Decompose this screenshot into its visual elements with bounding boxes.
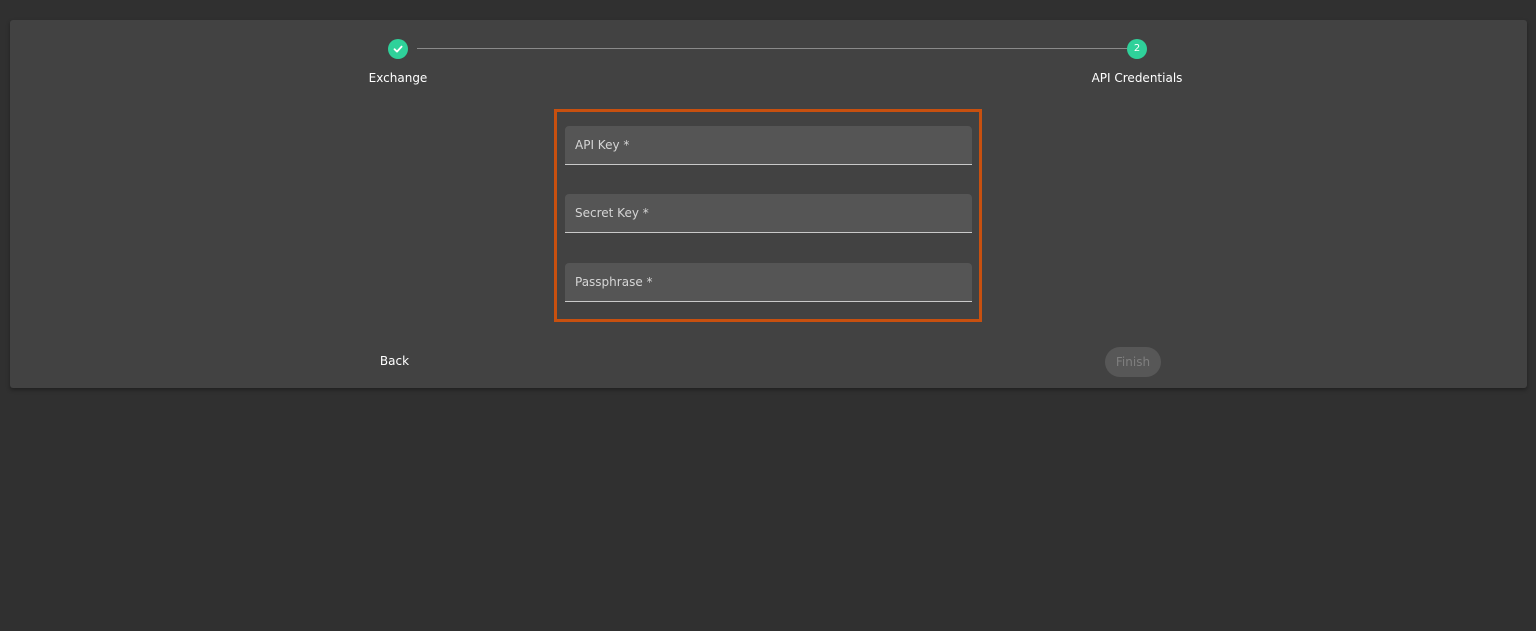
passphrase-field[interactable]: Passphrase * xyxy=(565,263,972,302)
back-button[interactable]: Back xyxy=(372,347,417,375)
step-exchange-label: Exchange xyxy=(368,71,428,85)
step-exchange-indicator xyxy=(388,39,408,59)
api-key-field[interactable]: API Key * xyxy=(565,126,972,165)
step-api-credentials-indicator: 2 xyxy=(1127,39,1147,59)
api-key-input[interactable] xyxy=(565,126,972,164)
secret-key-field[interactable]: Secret Key * xyxy=(565,194,972,233)
step-number: 2 xyxy=(1133,43,1141,54)
passphrase-input[interactable] xyxy=(565,263,972,301)
step-api-credentials-label: API Credentials xyxy=(1091,71,1183,85)
secret-key-input[interactable] xyxy=(565,194,972,232)
wizard-card: Exchange 2 API Credentials API Key * Sec… xyxy=(10,20,1527,388)
check-icon xyxy=(392,40,404,59)
finish-button[interactable]: Finish xyxy=(1105,347,1161,377)
stepper-connector xyxy=(417,48,1129,49)
